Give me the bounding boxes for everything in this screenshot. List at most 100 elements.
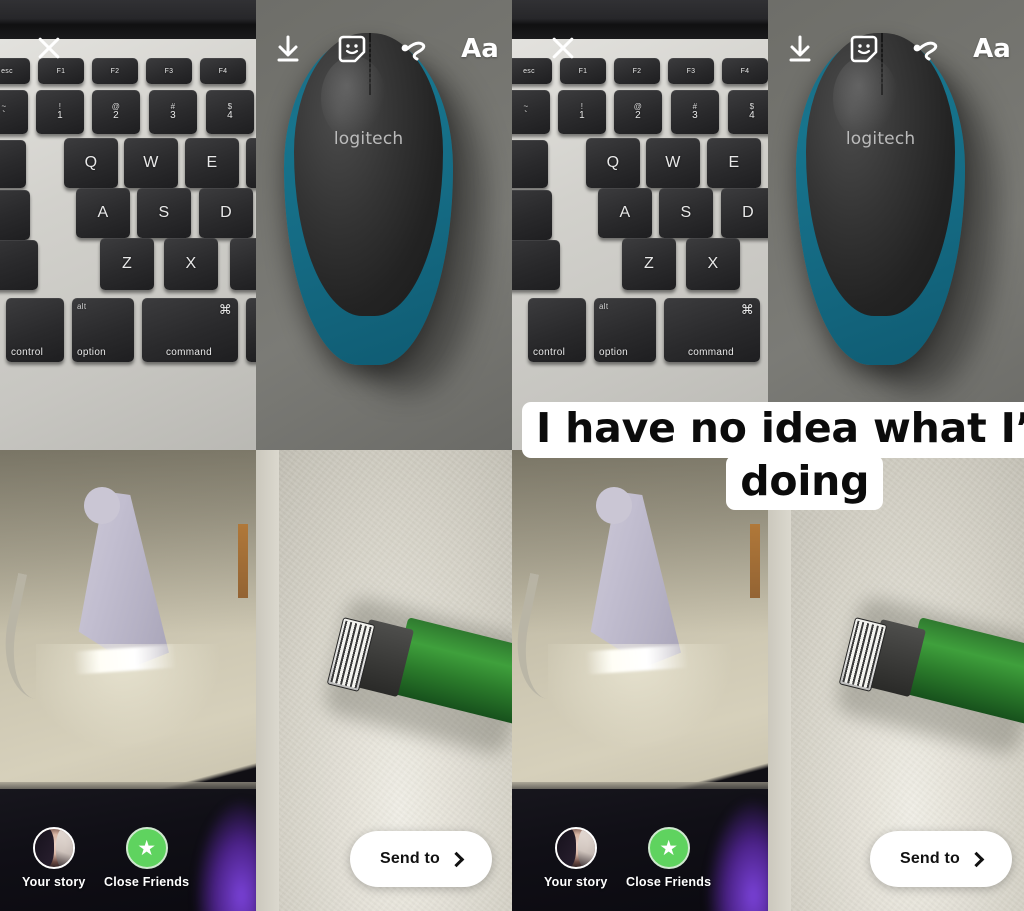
lamp-shade-top	[84, 486, 121, 524]
key-1: ! 1	[558, 90, 606, 134]
key-4: $4	[206, 90, 254, 134]
your-story-button[interactable]: Your story	[544, 827, 608, 889]
story-screen-top-left: esc F1 F2 F3 F4 ~` !1 @2 #3 $4 Q W E loc…	[0, 0, 512, 456]
chevron-right-icon	[968, 851, 985, 867]
your-story-label: Your story	[22, 875, 86, 889]
key-3: #3	[671, 90, 719, 134]
send-to-button[interactable]: Send to	[350, 831, 492, 887]
cable-photo: Send to	[256, 450, 512, 911]
lamp-shade-top	[596, 486, 633, 524]
story-screen-top-right: esc F1 F2 F3 F4 ~` !1 @2 #3 $4 Q W E loc…	[512, 0, 1024, 456]
your-story-button[interactable]: Your story	[22, 827, 86, 889]
close-friends-star-icon[interactable]: ★	[647, 827, 690, 869]
key-1: ! 1	[36, 90, 84, 134]
key-option: alt option	[594, 298, 656, 362]
avatar[interactable]	[32, 827, 75, 869]
key-4: $4	[728, 90, 768, 134]
cable-photo: Send to	[768, 450, 1024, 911]
story-destination-bar: Your story ★ Close Friends	[0, 801, 256, 911]
your-story-label: Your story	[544, 875, 608, 889]
close-friends-label: Close Friends	[104, 875, 190, 889]
key-control: control	[6, 298, 64, 362]
send-to-button[interactable]: Send to	[870, 831, 1012, 887]
mouse-body: logitech	[796, 33, 966, 365]
save-icon[interactable]	[256, 26, 320, 72]
mouse-top-shell: logitech	[294, 33, 443, 316]
sticker-icon[interactable]	[832, 26, 896, 72]
key-f3: F3	[146, 58, 192, 84]
key-x: X	[686, 238, 740, 290]
editor-toolbar: Aa	[256, 26, 512, 72]
text-icon[interactable]: Aa	[960, 26, 1024, 72]
key-s: S	[659, 188, 713, 238]
send-to-label: Send to	[899, 850, 961, 867]
editor-toolbar: Aa	[768, 26, 1024, 72]
key-f4: F4	[722, 58, 768, 84]
key-s: S	[137, 188, 191, 238]
mouse-top-shell: logitech	[806, 33, 955, 316]
key-a: A	[76, 188, 130, 238]
key-r-partial	[246, 138, 256, 188]
key-2: @2	[614, 90, 662, 134]
key-d: D	[199, 188, 253, 238]
text-icon[interactable]: Aa	[448, 26, 512, 72]
mouse-photo: logitech Aa	[768, 0, 1024, 456]
screenshot-grid: esc F1 F2 F3 F4 ~` !1 @2 #3 $4 Q W E loc…	[0, 0, 1024, 911]
key-d: D	[721, 188, 768, 238]
key-e: E	[185, 138, 239, 188]
key-shift	[512, 240, 560, 290]
key-command: ⌘ command	[142, 298, 238, 362]
key-tilde: ~ `	[0, 90, 28, 134]
key-command: ⌘ command	[664, 298, 760, 362]
send-to-label: Send to	[379, 850, 441, 867]
chevron-right-icon	[448, 851, 465, 867]
key-x: X	[164, 238, 218, 290]
mouse-brand-label: logitech	[333, 129, 404, 150]
lamp-photo: Your story ★ Close Friends	[0, 450, 256, 911]
keyboard-photo: esc F1 F2 F3 F4 ~` !1 @2 #3 $4 Q W E loc…	[0, 0, 256, 456]
key-shift	[0, 240, 38, 290]
key-caps-lock: lock	[512, 190, 552, 240]
story-screen-bottom-right: Your story ★ Close Friends Send to	[512, 450, 1024, 911]
close-friends-button[interactable]: ★ Close Friends	[626, 827, 711, 889]
key-c-partial	[230, 238, 256, 290]
key-tilde: ~ `	[512, 90, 550, 134]
mouse-brand-label: logitech	[845, 129, 916, 150]
key-3: #3	[149, 90, 197, 134]
keyboard-photo: esc F1 F2 F3 F4 ~` !1 @2 #3 $4 Q W E loc…	[512, 0, 768, 456]
lamp-photo: Your story ★ Close Friends	[512, 450, 768, 911]
close-icon[interactable]	[33, 32, 65, 64]
key-w: W	[124, 138, 178, 188]
key-caps-lock: lock	[0, 190, 30, 240]
sticker-icon[interactable]	[320, 26, 384, 72]
key-q: Q	[64, 138, 118, 188]
key-f2: F2	[92, 58, 138, 84]
key-control: control	[528, 298, 586, 362]
mouse-photo: logitech Aa	[256, 0, 512, 456]
avatar[interactable]	[554, 827, 597, 869]
key-space-partial	[246, 298, 256, 362]
key-f3: F3	[668, 58, 714, 84]
mouse-body: logitech	[284, 33, 454, 365]
key-e: E	[707, 138, 761, 188]
key-z: Z	[622, 238, 676, 290]
story-destination-bar: Your story ★ Close Friends	[512, 801, 768, 911]
key-w: W	[646, 138, 700, 188]
close-friends-star-icon[interactable]: ★	[125, 827, 168, 869]
key-esc: esc	[512, 58, 552, 84]
key-tab	[512, 140, 548, 188]
key-option: alt option	[72, 298, 134, 362]
key-2: @2	[92, 90, 140, 134]
key-f2: F2	[614, 58, 660, 84]
draw-icon[interactable]	[896, 26, 960, 72]
save-icon[interactable]	[768, 26, 832, 72]
close-icon[interactable]	[547, 32, 579, 64]
wall-object	[238, 523, 249, 598]
wall-strip	[768, 450, 792, 911]
key-f4: F4	[200, 58, 246, 84]
close-friends-button[interactable]: ★ Close Friends	[104, 827, 189, 889]
draw-icon[interactable]	[384, 26, 448, 72]
key-q: Q	[586, 138, 640, 188]
key-esc: esc	[0, 58, 30, 84]
story-screen-bottom-left: Your story ★ Close Friends Send to	[0, 450, 512, 911]
